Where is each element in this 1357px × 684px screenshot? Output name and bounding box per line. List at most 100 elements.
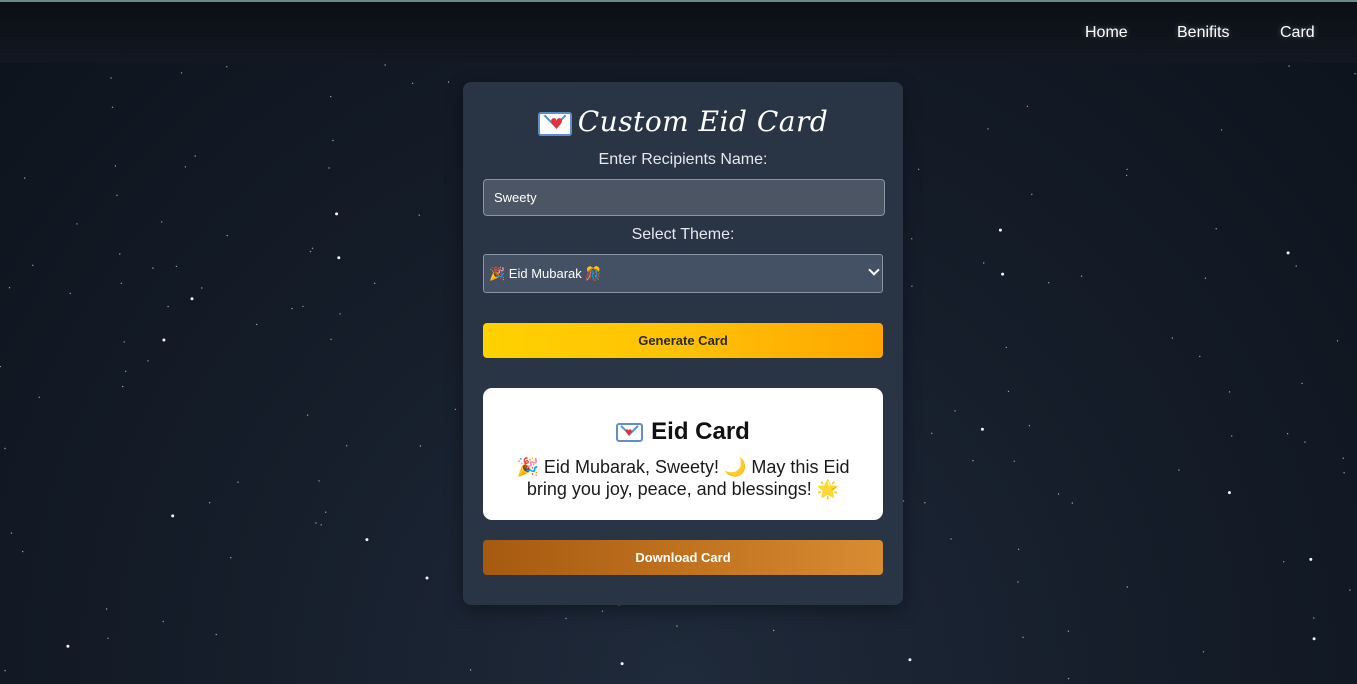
star: [917, 168, 920, 171]
star: [454, 408, 457, 411]
theme-label: Select Theme:: [631, 226, 735, 243]
star: [330, 338, 332, 340]
card-title: Eid Card: [483, 418, 883, 446]
star: [1126, 168, 1128, 171]
star: [1007, 390, 1010, 393]
star: [1309, 557, 1313, 561]
star: [69, 292, 71, 295]
recipient-name-input[interactable]: [483, 179, 885, 216]
star: [601, 610, 604, 612]
star: [1349, 589, 1351, 591]
star: [1286, 251, 1290, 255]
star: [1354, 73, 1356, 75]
star: [902, 500, 905, 502]
star: [256, 323, 258, 326]
nav-benefits-link[interactable]: Benifits: [1177, 24, 1229, 42]
page-title-text: Custom Eid Card: [577, 105, 829, 138]
star: [1288, 65, 1290, 67]
recipient-name-label: Enter Recipients Name:: [598, 151, 768, 168]
star: [1283, 561, 1285, 563]
star: [328, 167, 330, 169]
theme-selected-value: 🎉 Eid Mubarak 🎊: [489, 266, 602, 281]
star: [215, 633, 217, 636]
star: [194, 155, 196, 157]
star: [226, 234, 228, 237]
nav-home-link[interactable]: Home: [1085, 24, 1128, 42]
star: [1017, 548, 1020, 550]
star: [419, 445, 422, 447]
star: [676, 625, 678, 627]
star: [111, 106, 114, 109]
love-letter-icon: [537, 111, 572, 136]
star: [1013, 460, 1015, 462]
star: [411, 82, 414, 85]
star: [1026, 105, 1029, 108]
star: [1067, 677, 1070, 680]
star: [339, 313, 341, 315]
star: [119, 253, 121, 255]
star: [911, 238, 913, 240]
star: [201, 287, 203, 289]
star: [1017, 581, 1019, 583]
star: [1057, 493, 1060, 495]
star: [1231, 435, 1233, 437]
star: [972, 460, 974, 462]
theme-select[interactable]: 🎉 Eid Mubarak 🎊: [483, 254, 883, 293]
page-title: Custom Eid Card: [463, 102, 903, 142]
star: [1071, 502, 1074, 504]
star: [4, 670, 6, 672]
star: [226, 66, 228, 68]
star: [1312, 637, 1316, 641]
star: [469, 669, 472, 671]
star: [237, 481, 239, 483]
star: [980, 427, 984, 431]
star: [418, 214, 420, 216]
navbar: Home Benifits Card: [0, 2, 1357, 63]
star: [1202, 651, 1205, 653]
star: [337, 256, 341, 260]
star: [1301, 382, 1303, 385]
star: [120, 282, 123, 284]
star: [565, 617, 567, 620]
download-card-button[interactable]: Download Card: [483, 540, 883, 575]
star: [911, 285, 913, 287]
star: [161, 221, 163, 223]
star: [123, 341, 125, 343]
star: [184, 166, 187, 168]
star: [291, 307, 293, 310]
star: [983, 262, 985, 264]
star: [116, 194, 118, 196]
nav-card-link[interactable]: Card: [1280, 24, 1315, 42]
star: [147, 360, 149, 362]
star: [180, 72, 183, 74]
star: [114, 165, 117, 167]
star: [1215, 228, 1217, 230]
star: [10, 532, 13, 534]
generate-card-button[interactable]: Generate Card: [483, 323, 883, 358]
star: [335, 212, 339, 216]
star: [162, 338, 166, 342]
card-message: 🎉 Eid Mubarak, Sweety! 🌙 May this Eid br…: [516, 457, 850, 499]
star: [8, 287, 11, 289]
star: [66, 644, 70, 648]
star: [1336, 340, 1339, 342]
star: [1031, 193, 1033, 195]
chevron-down-icon: [868, 264, 880, 276]
star: [325, 511, 327, 513]
star: [302, 305, 304, 308]
star: [76, 223, 78, 225]
star: [1199, 355, 1201, 358]
star: [167, 305, 169, 308]
star: [309, 250, 312, 253]
star: [1227, 491, 1231, 495]
star: [998, 228, 1002, 232]
star: [0, 365, 1, 368]
star: [125, 370, 127, 372]
star: [931, 432, 933, 434]
star: [1178, 469, 1180, 471]
star: [230, 557, 232, 559]
star: [22, 550, 24, 553]
star: [1005, 346, 1007, 349]
star: [425, 576, 429, 580]
star: [190, 297, 194, 301]
